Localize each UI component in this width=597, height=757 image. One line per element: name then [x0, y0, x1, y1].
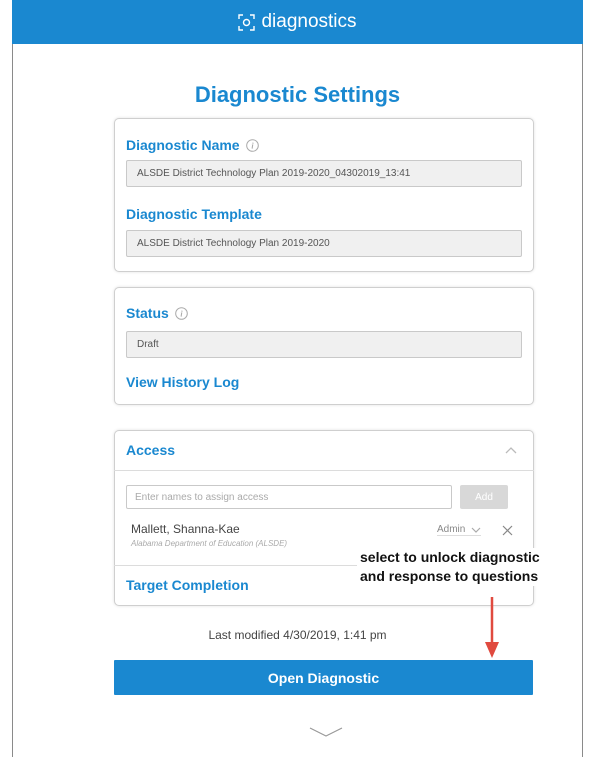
status-field[interactable]: Draft: [126, 331, 522, 358]
diagnostic-name-field[interactable]: ALSDE District Technology Plan 2019-2020…: [126, 160, 522, 187]
annotation-line-2: and response to questions: [360, 568, 539, 584]
access-user-name: Mallett, Shanna-Kae: [131, 522, 240, 536]
header-bar: diagnostics: [12, 0, 583, 44]
diagnostics-logo-icon: [238, 13, 256, 31]
chevron-up-icon[interactable]: [505, 446, 517, 454]
open-diagnostic-button[interactable]: Open Diagnostic: [114, 660, 533, 695]
assign-access-input[interactable]: [126, 485, 452, 509]
access-label[interactable]: Access: [126, 442, 175, 458]
access-user-org: Alabama Department of Education (ALSDE): [131, 539, 288, 548]
status-label: Status i: [126, 305, 188, 321]
page-title: Diagnostic Settings: [194, 82, 401, 107]
diagnostic-name-label: Diagnostic Name i: [126, 137, 259, 153]
chevron-down-icon[interactable]: [308, 726, 344, 738]
access-divider: [114, 470, 534, 471]
annotation-text: select to unlock diagnostic and response…: [357, 548, 543, 586]
diagnostic-template-field[interactable]: ALSDE District Technology Plan 2019-2020: [126, 230, 522, 257]
chevron-down-icon: [471, 527, 481, 533]
add-access-button[interactable]: Add: [460, 485, 508, 509]
annotation-line-1: select to unlock diagnostic: [360, 549, 540, 565]
svg-text:i: i: [251, 141, 254, 150]
view-history-log-link[interactable]: View History Log: [126, 374, 239, 390]
remove-user-icon[interactable]: [502, 525, 513, 536]
last-modified-text: Last modified 4/30/2019, 1:41 pm: [208, 628, 387, 642]
info-icon[interactable]: i: [245, 138, 259, 152]
app-name: diagnostics: [261, 11, 357, 32]
diagnostic-template-label: Diagnostic Template: [126, 206, 262, 222]
target-completion-link[interactable]: Target Completion: [126, 577, 249, 593]
role-select[interactable]: Admin: [437, 524, 482, 536]
info-icon[interactable]: i: [174, 306, 188, 320]
role-select-value: Admin: [437, 524, 466, 535]
svg-text:i: i: [180, 309, 183, 318]
